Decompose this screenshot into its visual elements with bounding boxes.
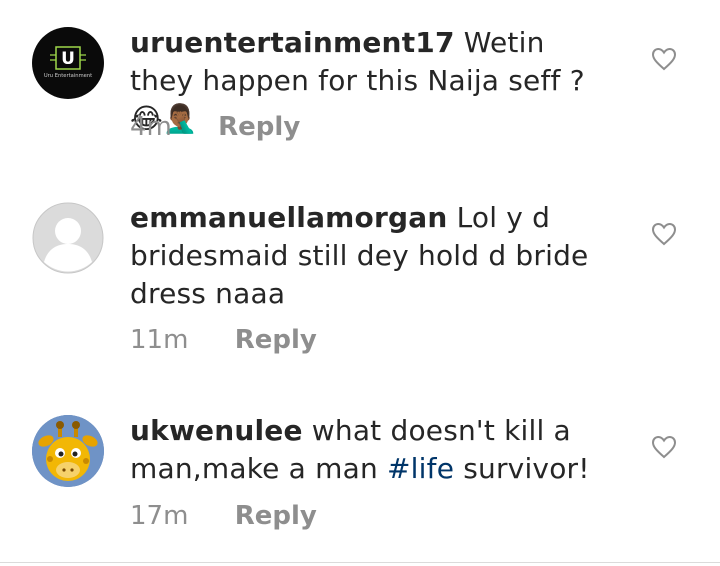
hashtag-link[interactable]: #life xyxy=(387,452,454,485)
reply-button[interactable]: Reply xyxy=(235,501,317,531)
avatar-caption: Uru Entertainment xyxy=(44,73,92,79)
cartoon-giraffe-icon xyxy=(32,415,104,487)
timestamp: 4m xyxy=(130,112,172,142)
avatar[interactable] xyxy=(32,415,104,487)
comment-body-end: survivor! xyxy=(463,452,590,485)
comment-meta: 4m Reply xyxy=(130,112,300,142)
uru-logo-icon: U Uru Entertainment xyxy=(44,46,92,79)
username[interactable]: uruentertainment17 xyxy=(130,26,455,59)
comment-text: ukwenulee what doesn't kill a man,make a… xyxy=(130,412,600,488)
reply-button[interactable]: Reply xyxy=(235,325,317,355)
timestamp: 17m xyxy=(130,501,189,531)
default-profile-icon xyxy=(32,202,104,274)
comment-text: emmanuellamorgan Lol y d bridesmaid stil… xyxy=(130,199,600,313)
heart-icon[interactable] xyxy=(651,47,677,71)
avatar[interactable]: U Uru Entertainment xyxy=(32,27,104,99)
divider xyxy=(0,562,720,563)
heart-icon[interactable] xyxy=(651,435,677,459)
username[interactable]: emmanuellamorgan xyxy=(130,201,447,234)
username[interactable]: ukwenulee xyxy=(130,414,303,447)
comment-meta: 17m Reply xyxy=(130,501,317,531)
timestamp: 11m xyxy=(130,325,189,355)
reply-button[interactable]: Reply xyxy=(218,112,300,142)
avatar-letter: U xyxy=(61,49,75,69)
avatar[interactable] xyxy=(32,202,104,274)
heart-icon[interactable] xyxy=(651,222,677,246)
comment-meta: 11m Reply xyxy=(130,325,317,355)
